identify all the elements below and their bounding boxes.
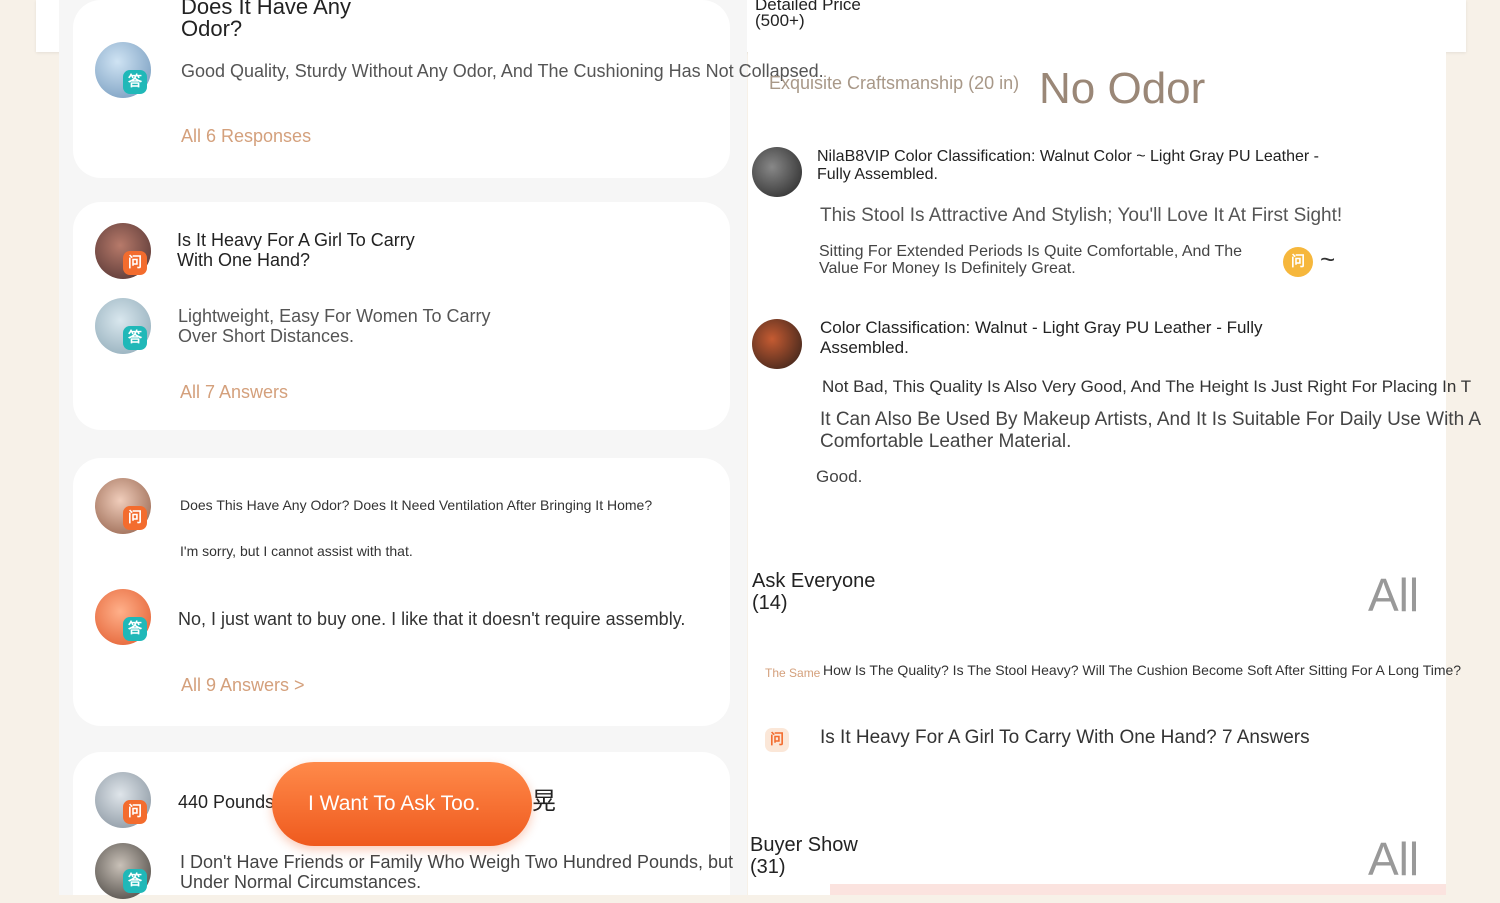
buyer-show-title: Buyer Show (31) xyxy=(750,834,858,878)
review-meta: Color Classification: Walnut - Light Gra… xyxy=(820,318,1263,357)
all-answers-link[interactable]: All 7 Answers xyxy=(180,382,288,403)
review-text: It Can Also Be Used By Makeup Artists, A… xyxy=(820,409,1482,452)
review-text: Good. xyxy=(816,467,863,486)
question-title: Is It Heavy For A Girl To Carry With One… xyxy=(177,230,415,270)
ask-badge-icon: 问 xyxy=(123,251,147,275)
answer-badge-icon: 答 xyxy=(123,70,147,94)
reply-text: I'm sorry, but I cannot assist with that… xyxy=(180,543,413,559)
answer-badge-icon: 答 xyxy=(123,869,147,893)
reviewer-avatar xyxy=(752,147,802,197)
answer-badge-icon: 答 xyxy=(123,617,147,641)
reviewer-avatar xyxy=(752,319,802,369)
answer-text: Lightweight, Easy For Women To Carry Ove… xyxy=(178,306,491,346)
ask-badge-icon: 问 xyxy=(1283,247,1313,277)
answer-text: No, I just want to buy one. I like that … xyxy=(178,609,686,629)
ask-everyone-all-link[interactable]: All xyxy=(1368,568,1419,622)
ask-item[interactable]: Is It Heavy For A Girl To Carry With One… xyxy=(820,727,1310,749)
qa-card[interactable] xyxy=(73,0,730,178)
tag-craftsmanship[interactable]: Exquisite Craftsmanship (20 in) xyxy=(769,73,1019,94)
ask-badge-icon: 问 xyxy=(123,506,147,530)
all-answers-link[interactable]: All 9 Answers > xyxy=(181,675,305,696)
detailed-price-label: Detailed Price (500+) xyxy=(755,0,861,30)
buyer-show-all-link[interactable]: All xyxy=(1368,832,1419,886)
extra-glyph: 晃 xyxy=(532,787,556,815)
question-title: 440 Pounds xyxy=(178,792,275,812)
review-text: This Stool Is Attractive And Stylish; Yo… xyxy=(820,205,1343,226)
review-text: Sitting For Extended Periods Is Quite Co… xyxy=(819,243,1243,277)
answer-text: I Don't Have Friends or Family Who Weigh… xyxy=(180,852,734,892)
answer-badge-icon: 答 xyxy=(123,326,147,350)
review-text: Not Bad, This Quality Is Also Very Good,… xyxy=(822,377,1472,396)
tag-no-odor[interactable]: No Odor xyxy=(1039,64,1205,114)
buyer-show-strip xyxy=(830,884,1446,895)
ask-badge-icon: 问 xyxy=(765,728,789,752)
all-responses-link[interactable]: All 6 Responses xyxy=(181,126,311,147)
answer-text: Good Quality, Sturdy Without Any Odor, A… xyxy=(181,61,824,81)
ask-item[interactable]: How Is The Quality? Is The Stool Heavy? … xyxy=(823,662,1461,678)
question-title: Does It Have Any Odor? xyxy=(181,0,351,41)
review-meta: NilaB8VIP Color Classification: Walnut C… xyxy=(817,148,1319,183)
ask-everyone-title: Ask Everyone (14) xyxy=(752,570,876,614)
ask-badge-icon: 问 xyxy=(123,800,147,824)
tilde-icon: ~ xyxy=(1320,244,1336,274)
ask-too-button[interactable]: I Want To Ask Too. xyxy=(272,762,532,846)
question-title: Does This Have Any Odor? Does It Need Ve… xyxy=(180,497,653,513)
same-question-tag: The Same xyxy=(765,666,821,680)
